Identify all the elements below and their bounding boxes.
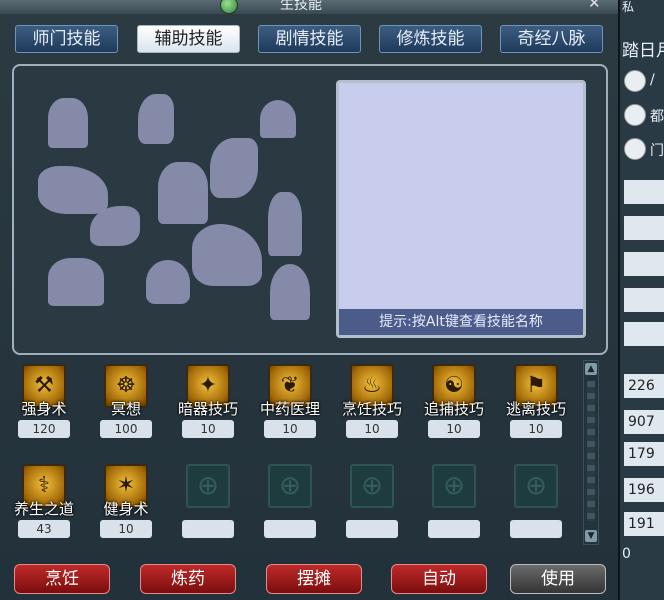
skill-level: 10	[100, 520, 152, 538]
game-logo-icon	[220, 0, 238, 14]
title-fragment: 踏日月	[622, 41, 664, 61]
figure-icon	[38, 166, 108, 214]
skill-grid-scrollbar[interactable]: ▲ ▼	[583, 360, 599, 545]
stat-field	[624, 288, 664, 312]
skill-level: 10	[264, 420, 316, 438]
title-bar[interactable]: 生技能 ✕	[0, 0, 618, 14]
stat-field	[624, 216, 664, 240]
skill-name: 烹饪技巧	[341, 400, 402, 418]
skill-name: 中药医理	[259, 400, 320, 418]
stall-button[interactable]: 摆摊	[266, 564, 362, 594]
stat-field	[624, 180, 664, 204]
figure-icon	[48, 98, 88, 148]
empty-slot-icon[interactable]: ⊕	[514, 464, 558, 508]
tab-cultivation-skills[interactable]: 修炼技能	[379, 25, 482, 53]
scroll-up-arrow-icon[interactable]: ▲	[585, 363, 597, 375]
figure-icon	[270, 264, 310, 320]
top-fragment: 私	[622, 0, 635, 14]
skill-level	[346, 520, 398, 538]
skill-name: 强身术	[21, 400, 67, 418]
skill-level	[182, 520, 234, 538]
skill-level: 100	[100, 420, 152, 438]
stat-value: 0	[622, 546, 631, 562]
scroll-down-arrow-icon[interactable]: ▼	[585, 530, 597, 542]
skill-level	[428, 520, 480, 538]
stat-field	[624, 252, 664, 276]
empty-slot-icon[interactable]: ⊕	[432, 464, 476, 508]
radio-button[interactable]	[624, 138, 646, 160]
stat-value: 179	[624, 442, 664, 466]
figure-icon	[268, 192, 302, 256]
tab-story-skills[interactable]: 剧情技能	[258, 25, 361, 53]
figure-icon	[260, 100, 296, 138]
cook-button[interactable]: 烹饪	[14, 564, 110, 594]
skill-level	[264, 520, 316, 538]
stat-value: 191	[624, 512, 664, 536]
skill-name: 逃离技巧	[505, 400, 566, 418]
skill-name: 冥想	[110, 400, 141, 418]
stat-field	[624, 322, 664, 346]
use-button[interactable]: 使用	[510, 564, 606, 594]
auto-button[interactable]: 自动	[391, 564, 487, 594]
empty-slot-icon[interactable]: ⊕	[350, 464, 394, 508]
skill-name: 养生之道	[13, 500, 74, 518]
skill-figures-illustration	[28, 88, 328, 338]
skill-name: 暗器技巧	[177, 400, 238, 418]
skill-level: 10	[346, 420, 398, 438]
skill-level: 43	[18, 520, 70, 538]
figure-icon	[48, 258, 104, 306]
radio-label: 都	[650, 109, 664, 125]
skill-name: 追捕技巧	[423, 400, 484, 418]
tab-assist-skills[interactable]: 辅助技能	[137, 25, 240, 53]
figure-icon	[146, 260, 190, 304]
figure-icon	[210, 138, 258, 198]
figure-icon	[138, 94, 174, 144]
figure-icon	[192, 224, 262, 286]
radio-button[interactable]	[624, 104, 646, 126]
window-title: 生技能	[280, 0, 322, 13]
stat-value: 226	[624, 374, 664, 398]
tab-school-skills[interactable]: 师门技能	[15, 25, 118, 53]
radio-label: 门	[650, 143, 664, 159]
scroll-track[interactable]	[587, 381, 595, 521]
stat-value: 196	[624, 478, 664, 502]
skill-illustration-panel: 提示:按Alt键查看技能名称	[12, 64, 608, 355]
alchemy-button[interactable]: 炼药	[140, 564, 236, 594]
skill-level: 10	[428, 420, 480, 438]
radio-button[interactable]	[624, 70, 646, 92]
figure-icon	[158, 162, 208, 224]
alt-key-hint: 提示:按Alt键查看技能名称	[339, 309, 583, 335]
skill-window: 生技能 ✕ 师门技能 辅助技能 剧情技能 修炼技能 奇经八脉 提示:按Alt键查…	[0, 0, 620, 600]
close-icon[interactable]: ✕	[588, 0, 601, 12]
skill-level: 10	[510, 420, 562, 438]
skill-preview-box: 提示:按Alt键查看技能名称	[336, 80, 586, 338]
background-character-panel: 私 踏日月 / 都 门 226 907 179 196 191 0	[620, 0, 664, 600]
stat-value: 907	[624, 410, 664, 434]
radio-label: /	[650, 72, 655, 88]
empty-slot-icon[interactable]: ⊕	[268, 464, 312, 508]
skill-name: 健身术	[103, 500, 149, 518]
empty-slot-icon[interactable]: ⊕	[186, 464, 230, 508]
skill-grid: ⚒ 强身术 120 ☸ 冥想 100 ✦ 暗器技巧 10 ❦ 中药医理 10 ♨…	[14, 360, 584, 550]
skill-level	[510, 520, 562, 538]
skill-level: 120	[18, 420, 70, 438]
tab-meridian-skills[interactable]: 奇经八脉	[500, 25, 603, 53]
skill-level: 10	[182, 420, 234, 438]
